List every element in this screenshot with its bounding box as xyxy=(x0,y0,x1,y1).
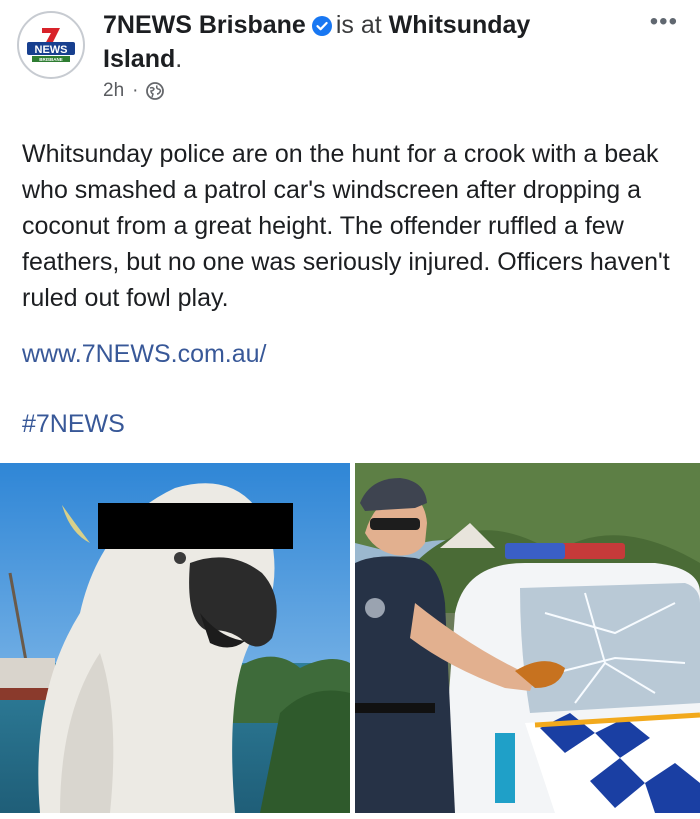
logo-news-text: NEWS xyxy=(35,44,68,56)
location-prefix: is at xyxy=(335,11,382,39)
external-link[interactable]: www.7NEWS.com.au/ xyxy=(22,340,267,369)
post-timestamp[interactable]: 2h xyxy=(103,80,124,102)
page-avatar[interactable]: NEWS BRISBANE xyxy=(17,11,85,79)
censor-bar xyxy=(98,503,293,549)
police-officer-with-damaged-car-photo[interactable] xyxy=(355,463,700,813)
facebook-post: NEWS BRISBANE 7NEWS Brisbane is at Whitsu… xyxy=(0,0,700,819)
post-header: 7NEWS Brisbane is at Whitsunday Island. xyxy=(103,10,603,75)
7news-logo: NEWS BRISBANE xyxy=(22,16,80,74)
post-meta: 2h · xyxy=(103,80,165,102)
hashtag-link[interactable]: #7NEWS xyxy=(22,410,125,439)
page-name-link[interactable]: 7NEWS Brisbane xyxy=(103,11,306,39)
verified-badge-icon xyxy=(311,13,332,44)
globe-icon[interactable] xyxy=(146,82,165,100)
logo-brisbane-text: BRISBANE xyxy=(39,57,63,62)
cockatoo-photo[interactable] xyxy=(0,463,350,813)
post-body-text: Whitsunday police are on the hunt for a … xyxy=(22,140,670,312)
meta-separator: · xyxy=(132,80,139,101)
location-suffix: . xyxy=(175,45,183,73)
more-options-icon[interactable]: ••• xyxy=(650,10,678,34)
